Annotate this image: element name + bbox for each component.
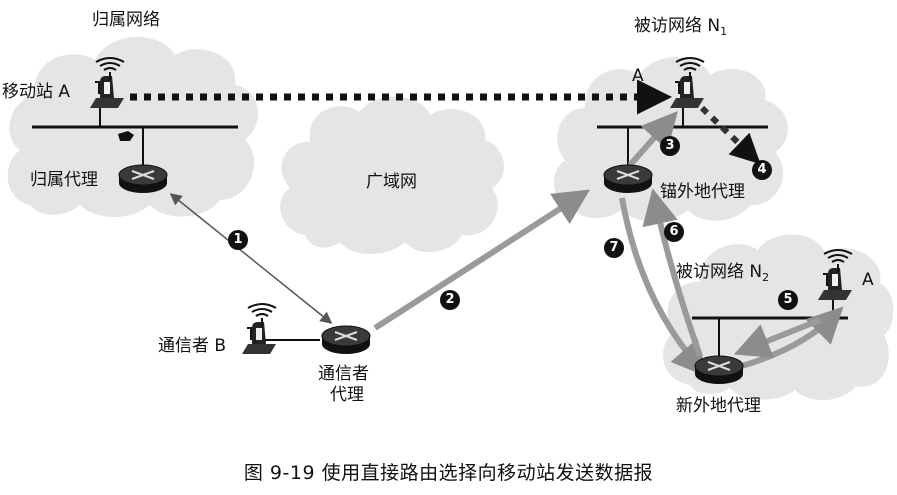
step-5-badge: 5	[778, 290, 798, 310]
mobile-station-label: 移动站 A	[2, 82, 71, 102]
station-at-n2-label: A	[862, 270, 874, 290]
step-2-badge: 2	[440, 290, 460, 310]
figure-caption: 图 9-19 使用直接路由选择向移动站发送数据报	[243, 462, 654, 484]
correspondent-agent-label-line2: 代理	[330, 385, 364, 405]
wan-label: 广域网	[366, 172, 417, 192]
correspondent-agent-router	[321, 325, 371, 355]
step-3-badge: 3	[660, 136, 680, 156]
step-6-badge: 6	[664, 222, 684, 242]
new-foreign-agent-label: 新外地代理	[676, 396, 761, 416]
correspondent-agent-label-line1: 通信者	[318, 364, 369, 384]
diagram-canvas	[7, 36, 894, 401]
home-agent-router	[118, 164, 168, 194]
station-at-n1-label: A	[632, 66, 644, 86]
anchor-foreign-agent-router	[603, 164, 653, 194]
diagram: 归属网络 移动站 A 归属代理 广域网 被访网络 N1 A 锚外地代理 被访网络…	[0, 0, 897, 491]
step-1-badge: 1	[228, 230, 248, 250]
anchor-foreign-agent-label: 锚外地代理	[660, 182, 745, 202]
correspondent-b-label: 通信者 B	[158, 336, 227, 356]
visited-network-1-label: 被访网络 N1	[634, 16, 728, 38]
home-agent-label: 归属代理	[30, 170, 98, 190]
correspondent-b-laptop	[241, 303, 277, 355]
new-foreign-agent-router	[694, 355, 744, 385]
visited-network-2-label: 被访网络 N2	[676, 262, 770, 284]
step-7-badge: 7	[604, 238, 624, 258]
step-4-badge: 4	[752, 160, 772, 180]
home-network-label: 归属网络	[92, 10, 160, 30]
